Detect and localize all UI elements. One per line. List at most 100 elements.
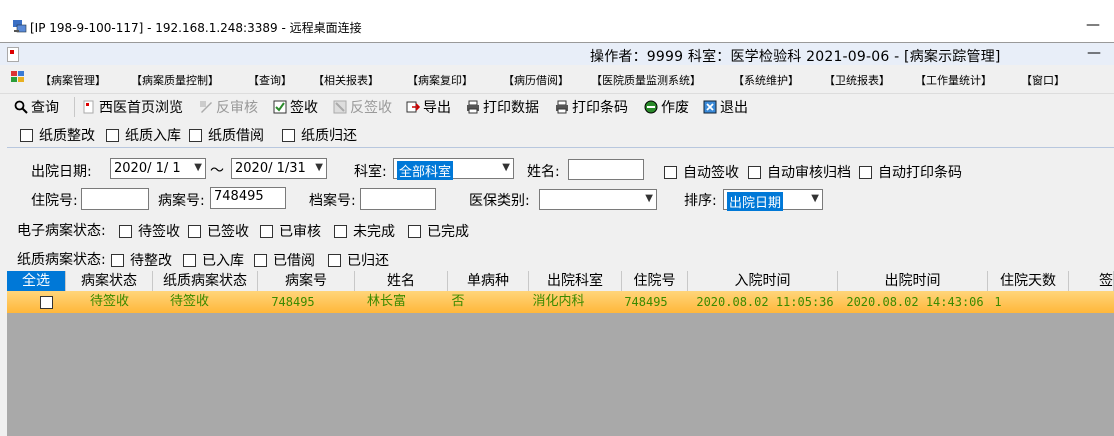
date-to-picker[interactable]: 2020/ 1/31 ▼ — [231, 158, 327, 179]
inpatient-no-input[interactable] — [81, 188, 149, 210]
menu-quality-monitor[interactable]: 【医院质量监测系统】 — [591, 72, 701, 88]
e-status-incomplete-checkbox[interactable]: 未完成 — [334, 221, 395, 241]
search-panel: 出院日期: 2020/ 1/ 1 ▼ ～ 2020/ 1/31 ▼ 科室: 全部科室… — [7, 147, 1114, 272]
operator-info: 操作者：9999 科室：医学检验科 2021-09-06 - [病案示踪管理] — [590, 49, 1001, 65]
row-select-checkbox[interactable] — [40, 296, 53, 309]
void-icon — [644, 100, 658, 114]
column-stay-days[interactable]: 住院天数 — [988, 271, 1069, 291]
column-case-status[interactable]: 病案状态 — [66, 271, 153, 291]
paper-store-checkbox[interactable]: 纸质入库 — [106, 125, 181, 145]
column-select-all[interactable]: 全选 — [7, 271, 66, 291]
cell-case-status: 待签收 — [89, 294, 129, 309]
export-button[interactable]: 导出 — [406, 97, 451, 117]
toolbar: 查询 西医首页浏览 反审核 签收 反签收 导出 打印数据 打印条码 作废 退出 — [0, 93, 1114, 120]
column-inpatient-no[interactable]: 住院号 — [622, 271, 688, 291]
menu-reports[interactable]: 【相关报表】 — [313, 72, 379, 88]
paper-return-checkbox[interactable]: 纸质归还 — [282, 125, 357, 145]
column-discharge-dept[interactable]: 出院科室 — [529, 271, 622, 291]
sign-button[interactable]: 签收 — [273, 97, 318, 117]
chevron-down-icon: ▼ — [315, 162, 323, 173]
toolbar-separator — [74, 97, 75, 117]
document-icon — [83, 100, 94, 114]
column-single-disease[interactable]: 单病种 — [448, 271, 529, 291]
department-select[interactable]: 全部科室 ▼ — [393, 158, 514, 180]
exit-icon — [703, 100, 717, 114]
date-from-picker[interactable]: 2020/ 1/ 1 ▼ — [110, 158, 206, 179]
menu-query[interactable]: 【查询】 — [248, 72, 292, 88]
menu-bar: 【病案管理】 【病案质量控制】 【查询】 【相关报表】 【病案复印】 【病历借阅… — [0, 65, 1114, 91]
cell-stay-days: 1 — [994, 295, 1002, 309]
name-label: 姓名: — [527, 164, 560, 180]
cell-paper-status: 待签收 — [170, 294, 210, 309]
menu-health-stats[interactable]: 【卫统报表】 — [824, 72, 890, 88]
e-status-pending-checkbox[interactable]: 待签收 — [119, 221, 180, 241]
cell-discharge-dept: 消化内科 — [532, 294, 585, 309]
column-case-no[interactable]: 病案号 — [258, 271, 355, 291]
table-header: 全选 病案状态 纸质病案状态 病案号 姓名 单病种 出院科室 住院号 入院时间 … — [7, 271, 1114, 292]
browse-front-page-button[interactable]: 西医首页浏览 — [82, 97, 183, 117]
printer-icon — [556, 100, 568, 114]
export-icon — [406, 101, 420, 113]
auto-sign-checkbox[interactable]: 自动签收 — [664, 162, 739, 182]
menu-window[interactable]: 【窗口】 — [1021, 72, 1065, 88]
sort-label: 排序: — [684, 193, 717, 209]
cell-case-no: 748495 — [271, 295, 315, 309]
paper-borrow-checkbox[interactable]: 纸质借阅 — [189, 125, 264, 145]
date-range-separator: ～ — [210, 163, 224, 179]
name-input[interactable] — [568, 159, 644, 180]
remote-desktop-titlebar: [IP 198-9-100-117] - 192.168.1.248:3389 … — [0, 12, 1114, 42]
chevron-down-icon: ▼ — [645, 193, 653, 204]
inpatient-no-label: 住院号: — [31, 193, 78, 209]
menu-quality-control[interactable]: 【病案质量控制】 — [131, 72, 219, 88]
unreview-button[interactable]: 反审核 — [199, 97, 258, 117]
column-paper-status[interactable]: 纸质病案状态 — [153, 271, 258, 291]
remote-desktop-icon — [13, 20, 27, 33]
p-status-stored-checkbox[interactable]: 已入库 — [183, 250, 244, 270]
query-button[interactable]: 查询 — [14, 97, 59, 117]
exit-button[interactable]: 退出 — [703, 97, 748, 117]
auto-review-checkbox[interactable]: 自动审核归档 — [748, 162, 851, 182]
void-button[interactable]: 作废 — [644, 97, 689, 117]
column-discharge-time[interactable]: 出院时间 — [838, 271, 988, 291]
menu-borrow[interactable]: 【病历借阅】 — [503, 72, 569, 88]
remote-desktop-title: [IP 198-9-100-117] - 192.168.1.248:3389 … — [30, 21, 362, 35]
window-minimize-button[interactable]: — — [1087, 45, 1101, 61]
auto-print-checkbox[interactable]: 自动打印条码 — [859, 162, 962, 182]
app-menu-icon[interactable] — [11, 71, 24, 83]
results-table: 全选 病案状态 纸质病案状态 病案号 姓名 单病种 出院科室 住院号 入院时间 … — [7, 271, 1114, 436]
menu-copy[interactable]: 【病案复印】 — [407, 72, 473, 88]
minimize-button[interactable]: — — [1086, 17, 1100, 33]
sort-select[interactable]: 出院日期 ▼ — [723, 189, 823, 211]
insurance-type-select[interactable]: ▼ — [539, 189, 657, 210]
e-status-complete-checkbox[interactable]: 已完成 — [408, 221, 469, 241]
column-admission-time[interactable]: 入院时间 — [688, 271, 838, 291]
document-icon — [7, 47, 19, 62]
e-status-signed-checkbox[interactable]: 已签收 — [188, 221, 249, 241]
column-name[interactable]: 姓名 — [355, 271, 448, 291]
cell-name: 林长富 — [366, 294, 406, 309]
unreview-icon — [200, 101, 212, 113]
paper-rectify-checkbox[interactable]: 纸质整改 — [20, 125, 95, 145]
unsign-icon — [333, 100, 347, 114]
column-sign[interactable]: 签 — [1069, 271, 1114, 291]
menu-system[interactable]: 【系统维护】 — [733, 72, 799, 88]
p-status-returned-checkbox[interactable]: 已归还 — [328, 250, 389, 270]
menu-case-management[interactable]: 【病案管理】 — [40, 72, 106, 88]
cell-discharge-time: 2020.08.02 14:43:06 — [846, 295, 984, 309]
p-status-borrowed-checkbox[interactable]: 已借阅 — [254, 250, 315, 270]
cell-inpatient-no: 748495 — [624, 295, 668, 309]
department-label: 科室: — [354, 164, 387, 180]
unsign-button[interactable]: 反签收 — [333, 97, 392, 117]
case-no-input[interactable]: 748495 — [210, 187, 286, 209]
e-status-reviewed-checkbox[interactable]: 已审核 — [260, 221, 321, 241]
app-header: 操作者：9999 科室：医学检验科 2021-09-06 - [病案示踪管理] … — [0, 43, 1114, 65]
p-status-rectify-checkbox[interactable]: 待整改 — [111, 250, 172, 270]
menu-workload[interactable]: 【工作量统计】 — [915, 72, 992, 88]
print-data-button[interactable]: 打印数据 — [466, 97, 539, 117]
archive-no-input[interactable] — [360, 188, 436, 210]
table-row[interactable]: 待签收 待签收 748495 林长富 否 消化内科 748495 2020.08… — [7, 291, 1114, 313]
checkmark-icon — [273, 100, 287, 114]
paper-action-row: 纸质整改 纸质入库 纸质借阅 纸质归还 — [0, 120, 1114, 146]
print-barcode-button[interactable]: 打印条码 — [555, 97, 628, 117]
discharge-date-label: 出院日期: — [31, 164, 92, 180]
